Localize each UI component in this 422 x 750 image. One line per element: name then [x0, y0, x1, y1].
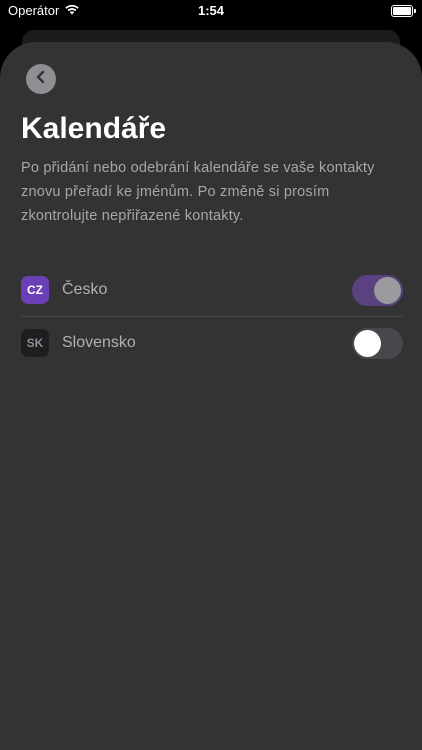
toggle-knob — [374, 277, 401, 304]
status-bar: Operátor 1:54 — [0, 0, 422, 26]
toggle-knob — [354, 330, 381, 357]
calendar-list: CZ Česko SK Slovensko — [21, 264, 403, 369]
page-title: Kalendáře — [21, 112, 167, 145]
battery-icon — [391, 5, 416, 17]
calendar-toggle-sk[interactable] — [352, 328, 403, 359]
chevron-left-icon — [34, 70, 48, 89]
page-description: Po přidání nebo odebrání kalendáře se va… — [21, 160, 375, 224]
calendar-toggle-cz[interactable] — [352, 275, 403, 306]
calendar-row-cz: CZ Česko — [21, 264, 403, 316]
calendar-badge-sk: SK — [21, 329, 49, 357]
calendar-label-cz: Česko — [62, 281, 108, 298]
status-time: 1:54 — [197, 3, 225, 18]
calendar-badge-cz: CZ — [21, 276, 49, 304]
calendar-label-sk: Slovensko — [62, 334, 136, 351]
calendar-row-sk: SK Slovensko — [21, 317, 403, 369]
back-button[interactable] — [26, 64, 56, 94]
calendars-sheet: Kalendáře Po přidání nebo odebrání kalen… — [0, 42, 422, 750]
